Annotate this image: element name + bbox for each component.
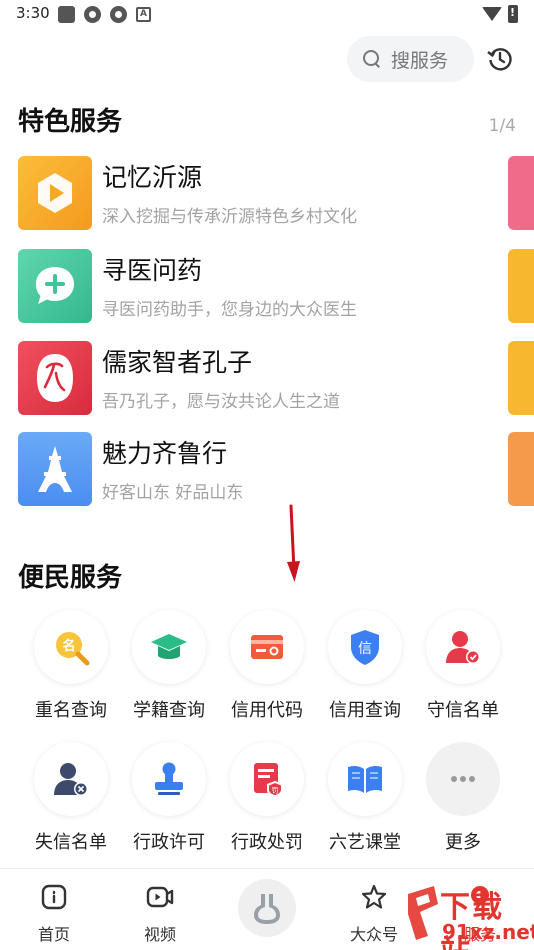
penalty-doc-icon: 罚 xyxy=(230,742,304,816)
feature-item-kongzi[interactable]: 儒家智者孔子 吾乃孔子，愿与汝共论人生之道 xyxy=(18,341,498,417)
feature-title: 记忆沂源 xyxy=(102,163,203,192)
tower-icon xyxy=(18,432,92,506)
feature-item-xunyi-wenyao[interactable]: 寻医问药 寻医问药助手，您身边的大众医生 xyxy=(18,249,498,325)
status-time: 3:30 xyxy=(16,4,50,22)
grid-label: 信用代码 xyxy=(231,700,303,721)
next-page-card-peek[interactable] xyxy=(508,249,534,323)
feature-desc: 好客山东 好品山东 xyxy=(102,483,244,503)
feature-desc: 深入挖掘与传承沂源特色乡村文化 xyxy=(102,207,357,227)
feature-desc: 吾乃孔子，愿与汝共论人生之道 xyxy=(102,392,340,412)
watermark-url: 91xz.net xyxy=(442,920,534,944)
feature-title: 寻医问药 xyxy=(102,256,203,285)
nav-label: 视频 xyxy=(143,925,176,944)
nav-label: 大众号 xyxy=(349,925,398,944)
grid-label: 守信名单 xyxy=(427,700,499,721)
search-button[interactable]: 搜服务 xyxy=(347,36,474,82)
grid-item-more[interactable]: 更多 xyxy=(418,742,508,862)
credit-card-icon xyxy=(230,610,304,684)
app-notification-icon xyxy=(58,6,75,23)
grid-item-untrusted-list[interactable]: 失信名单 xyxy=(26,742,116,862)
next-page-card-peek[interactable] xyxy=(508,341,534,415)
grid-label: 行政许可 xyxy=(133,832,205,853)
grid-label: 更多 xyxy=(445,832,481,853)
sync-notification-icon xyxy=(110,6,127,23)
next-page-card-peek[interactable] xyxy=(508,156,534,230)
red-arrow-annotation xyxy=(287,504,300,582)
next-page-card-peek[interactable] xyxy=(508,432,534,506)
nav-label: 首页 xyxy=(37,925,70,944)
watermark-logo-icon xyxy=(408,886,438,940)
star-icon xyxy=(361,884,387,909)
grid-item-credit-code[interactable]: 信用代码 xyxy=(222,610,312,730)
feature-title: 儒家智者孔子 xyxy=(102,348,253,377)
wifi-icon xyxy=(482,7,502,21)
home-icon xyxy=(41,884,67,910)
play-icon xyxy=(18,156,92,230)
center-logo-button[interactable] xyxy=(238,879,296,937)
convenience-title: 便民服务 xyxy=(18,563,123,593)
more-icon xyxy=(426,742,500,816)
center-logo-icon xyxy=(254,894,280,924)
nav-dazhonghao[interactable]: 大众号 xyxy=(334,869,414,950)
grid-label: 信用查询 xyxy=(329,700,401,721)
featured-title: 特色服务 xyxy=(18,107,123,137)
book-icon xyxy=(328,742,402,816)
feature-desc: 寻医问药助手，您身边的大众医生 xyxy=(102,300,357,320)
site-watermark: 下载站 91xz.net xyxy=(404,880,534,950)
name-glyph: 名 xyxy=(62,638,75,654)
nav-video[interactable]: 视频 xyxy=(120,869,200,950)
video-icon xyxy=(146,886,174,908)
battery-icon xyxy=(508,5,518,23)
grid-item-name-search[interactable]: 名 重名查询 xyxy=(26,610,116,730)
name-search-icon: 名 xyxy=(34,610,108,684)
search-icon xyxy=(363,50,381,68)
grid-item-six-arts[interactable]: 六艺课堂 xyxy=(320,742,410,862)
grid-label: 六艺课堂 xyxy=(329,832,401,853)
grid-label: 行政处罚 xyxy=(231,832,303,853)
notification-icons: A xyxy=(58,6,151,23)
grid-item-credit-query[interactable]: 信 信用查询 xyxy=(320,610,410,730)
grid-item-admin-penalty[interactable]: 罚 行政处罚 xyxy=(222,742,312,862)
status-bar: 3:30 A xyxy=(0,0,534,30)
grid-item-admin-license[interactable]: 行政许可 xyxy=(124,742,214,862)
feature-item-meili-qilu[interactable]: 魅力齐鲁行 好客山东 好品山东 xyxy=(18,432,498,508)
nav-home[interactable]: 首页 xyxy=(14,869,94,950)
grid-item-school-record[interactable]: 学籍查询 xyxy=(124,610,214,730)
system-status xyxy=(482,5,518,23)
grid-label: 学籍查询 xyxy=(133,700,205,721)
a-notification-icon: A xyxy=(136,7,151,22)
grid-item-trusted-list[interactable]: 守信名单 xyxy=(418,610,508,730)
grid-label: 失信名单 xyxy=(35,832,107,853)
credit-glyph: 信 xyxy=(358,641,372,657)
grid-label: 重名查询 xyxy=(35,700,107,721)
history-icon[interactable] xyxy=(486,45,514,73)
search-label: 搜服务 xyxy=(391,49,449,72)
graduation-cap-icon xyxy=(132,610,206,684)
feature-item-jiyi-yiyuan[interactable]: 记忆沂源 深入挖掘与传承沂源特色乡村文化 xyxy=(18,156,498,232)
feature-title: 魅力齐鲁行 xyxy=(102,439,228,468)
settings-notification-icon xyxy=(84,6,101,23)
trusted-user-icon xyxy=(426,610,500,684)
penalty-glyph: 罚 xyxy=(272,787,279,795)
page-indicator: 1/4 xyxy=(488,116,516,136)
seal-icon xyxy=(18,341,92,415)
untrusted-user-icon xyxy=(34,742,108,816)
credit-shield-icon: 信 xyxy=(328,610,402,684)
medical-chat-icon xyxy=(18,249,92,323)
stamp-icon xyxy=(132,742,206,816)
